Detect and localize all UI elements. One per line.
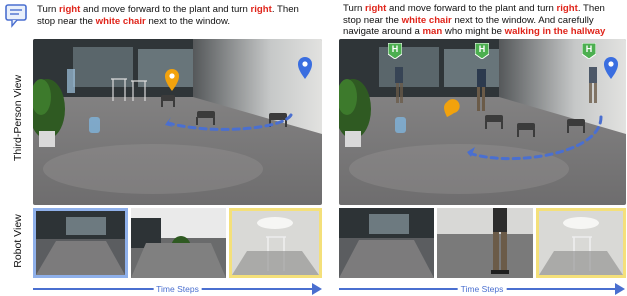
highlighted-keyword: white chair [401, 14, 452, 26]
left-time-steps-label: Time Steps [153, 282, 202, 296]
left-robot-view-start [33, 208, 128, 278]
right-instruction: Turn right and move forward to the plant… [343, 3, 625, 38]
human-marker-letter: H [391, 44, 399, 54]
instruction-text: Turn [343, 3, 366, 14]
highlighted-keyword: white chair [95, 15, 146, 27]
human-marker-letter: H [478, 44, 486, 54]
highlighted-keyword: man [422, 26, 443, 37]
right-robot-view-end [536, 208, 626, 278]
robot-view-label: Robot View [12, 214, 24, 268]
human-marker-1: H [388, 43, 402, 59]
instruction-icon [3, 3, 29, 29]
human-marker-2: H [475, 43, 489, 59]
right-robot-view-start [339, 208, 434, 278]
left-time-steps-arrow: Time Steps [33, 282, 322, 296]
right-time-steps-arrow: Time Steps [339, 282, 625, 296]
highlighted-keyword: walking in the hallway [504, 26, 606, 37]
human-marker-3: H [582, 43, 596, 59]
highlighted-keyword: right [250, 4, 272, 15]
human-marker-letter: H [585, 44, 593, 54]
instruction-text: and move forward to the plant and turn [80, 4, 251, 15]
left-robot-view-mid [131, 208, 226, 278]
right-time-steps-label: Time Steps [457, 282, 507, 296]
highlighted-keyword: right [556, 3, 578, 14]
right-third-person-scene: H H H [339, 39, 626, 205]
third-person-view-label: Third-Person View [12, 74, 24, 162]
instruction-text: who might be [442, 26, 505, 37]
instruction-text: Turn [37, 4, 60, 15]
highlighted-keyword: right [365, 3, 387, 14]
left-third-person-scene [33, 39, 322, 205]
instruction-text: next to the window. [145, 15, 231, 27]
highlighted-keyword: right [59, 4, 81, 15]
left-robot-view-end [229, 208, 322, 278]
instruction-text: and move forward to the plant and turn [386, 3, 557, 14]
left-instruction: Turn right and move forward to the plant… [37, 4, 305, 27]
right-robot-view-mid [437, 208, 533, 278]
